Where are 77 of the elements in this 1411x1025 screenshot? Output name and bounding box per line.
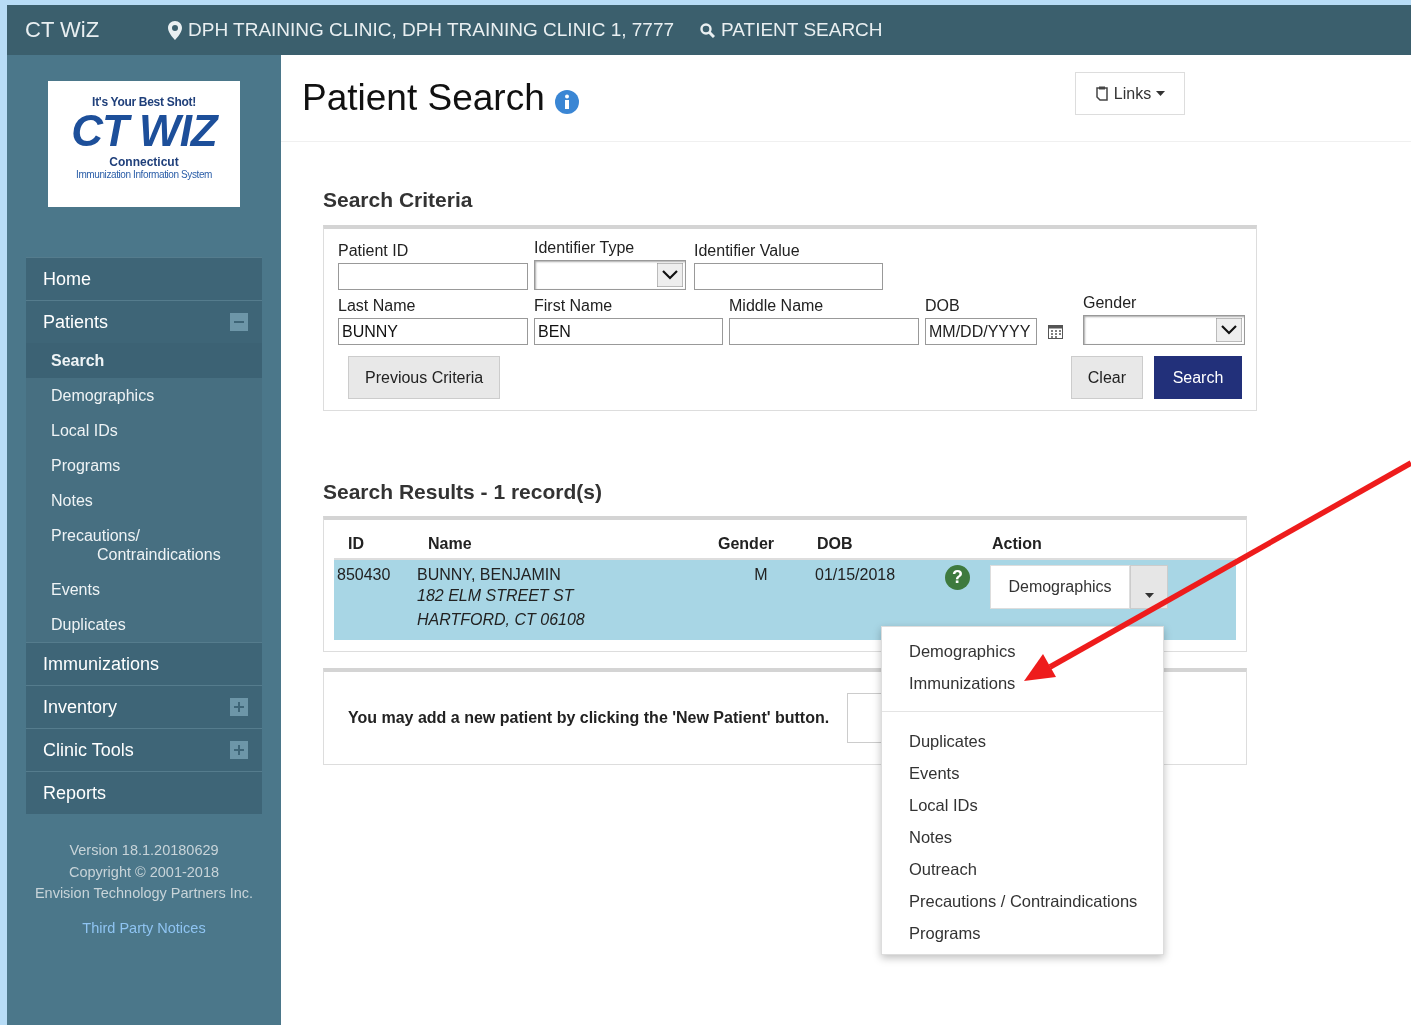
date-field[interactable]: MM/DD/YYYY xyxy=(925,318,1037,345)
menu-item[interactable]: Outreach xyxy=(882,853,1163,885)
action-button[interactable]: Demographics xyxy=(990,565,1130,609)
info-icon xyxy=(554,90,579,114)
text-field[interactable]: BEN xyxy=(534,318,723,345)
nav-subitem[interactable]: Precautions/ Contraindications xyxy=(26,518,262,572)
logo: It's Your Best Shot! CT WIZ Connecticut Immunization Information System xyxy=(48,81,240,207)
copyright-text: Copyright © 2001-2018 xyxy=(67,862,221,882)
location-pin-icon xyxy=(168,20,182,40)
text-field[interactable] xyxy=(338,263,528,290)
menu-item[interactable]: Notes xyxy=(882,821,1163,853)
menu-item[interactable]: Duplicates xyxy=(882,725,1163,757)
column-header: DOB xyxy=(817,535,853,552)
previous-criteria-button[interactable]: Previous Criteria xyxy=(348,356,501,399)
menu-item[interactable]: Local IDs xyxy=(882,789,1163,821)
nav-subitem[interactable]: Notes xyxy=(26,483,262,518)
address-line: HARTFORD, CT 06108 xyxy=(417,610,586,630)
nav-subitem[interactable]: Demographics xyxy=(26,378,262,413)
menu-item[interactable]: Events xyxy=(882,757,1163,789)
menu-item[interactable]: Programs xyxy=(882,917,1163,949)
text-field[interactable] xyxy=(694,263,883,290)
table-cell: 850430 xyxy=(337,566,391,583)
column-header: ID xyxy=(348,535,364,552)
field-label: DOB xyxy=(925,297,961,315)
app-name: CT WiZ xyxy=(25,17,101,43)
address-line: 182 ELM STREET ST xyxy=(417,586,576,606)
search-button[interactable]: Search xyxy=(1154,356,1242,399)
menu-item[interactable]: Precautions / Contraindications xyxy=(882,885,1163,917)
caret-icon xyxy=(1144,592,1154,598)
field-label: Patient ID xyxy=(338,242,410,260)
new-patient-message: You may add a new patient by clicking the 'New Patient' button. xyxy=(348,709,830,727)
chevron-icon xyxy=(1216,318,1242,342)
chevron-icon xyxy=(657,263,683,287)
result-row[interactable]: 850430 BUNNY, BENJAMIN 182 ELM STREET ST HARTFORD, CT 06108 M 01/15/2018 ? Demographics xyxy=(334,560,1236,640)
nav-item[interactable]: Inventory xyxy=(26,685,262,728)
section-heading: Search Results - 1 record(s) xyxy=(323,480,603,504)
nav-subitem[interactable]: Programs xyxy=(26,448,262,483)
text-field[interactable] xyxy=(729,318,919,345)
field-label: First Name xyxy=(534,297,614,315)
nav-item[interactable]: Immunizations xyxy=(26,642,262,685)
version-text: Version 18.1.20180629 xyxy=(68,841,220,860)
calendar-icon xyxy=(1048,323,1063,340)
column-header: Name xyxy=(428,535,472,552)
search-icon xyxy=(700,22,716,38)
nav-item[interactable]: Patients xyxy=(26,300,262,343)
help-icon[interactable]: ? xyxy=(945,565,970,590)
action-dropdown-toggle[interactable] xyxy=(1130,565,1168,609)
table-cell: 01/15/2018 xyxy=(815,566,896,583)
page-location: PATIENT SEARCH xyxy=(721,19,883,41)
select-field[interactable] xyxy=(1083,315,1245,345)
nav-subitem[interactable]: Local IDs xyxy=(26,413,262,448)
field-label: Identifier Type xyxy=(534,239,636,257)
clear-button[interactable]: Clear xyxy=(1070,356,1143,399)
column-header: Action xyxy=(992,535,1042,552)
clipboard-icon xyxy=(1094,86,1109,101)
column-header: Gender xyxy=(718,535,774,552)
nav-subitem[interactable]: Duplicates xyxy=(26,607,262,642)
nav-item[interactable]: Reports xyxy=(26,771,262,814)
nav-item[interactable]: Home xyxy=(26,257,262,300)
page-title: Patient Search xyxy=(302,77,545,119)
company-text: Envision Technology Partners Inc. xyxy=(33,884,255,903)
field-label: Last Name xyxy=(338,297,417,315)
section-heading: Search Criteria xyxy=(323,188,474,212)
text-field[interactable]: BUNNY xyxy=(338,318,528,345)
nav-subitem[interactable]: Search xyxy=(26,343,262,378)
nav-item[interactable]: Clinic Tools xyxy=(26,728,262,771)
nav-subitem[interactable]: Events xyxy=(26,572,262,607)
clinic-location: DPH TRAINING CLINIC, DPH TRAINING CLINIC 1, 7777 xyxy=(188,19,675,41)
caret-icon xyxy=(1156,91,1166,96)
select-field[interactable] xyxy=(534,260,686,290)
field-label: Identifier Value xyxy=(694,242,801,260)
table-cell: M xyxy=(754,566,768,583)
menu-item[interactable]: Immunizations xyxy=(882,667,1163,699)
field-label: Gender xyxy=(1083,294,1138,312)
links-button[interactable]: Links xyxy=(1075,72,1185,115)
field-label: Middle Name xyxy=(729,297,825,315)
patient-name: BUNNY, BENJAMIN xyxy=(417,566,562,584)
